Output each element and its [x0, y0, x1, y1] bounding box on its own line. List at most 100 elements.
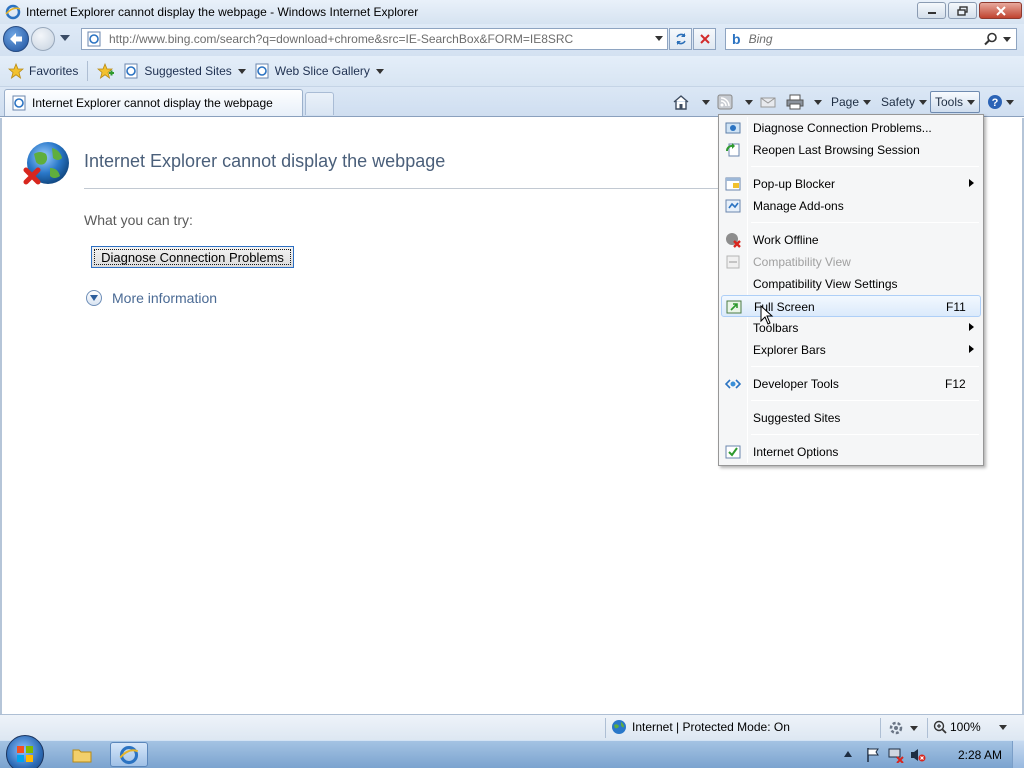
menu-item-compatibility-view: Compatibility View	[721, 251, 981, 273]
internet-zone-globe-icon	[612, 720, 626, 734]
menu-separator	[751, 166, 979, 167]
forward-button[interactable]	[31, 27, 55, 51]
feeds-button[interactable]	[717, 91, 753, 113]
minimize-button[interactable]	[917, 2, 946, 19]
reopen-icon	[726, 143, 740, 157]
address-bar[interactable]: http://www.bing.com/search?q=download+ch…	[81, 28, 668, 50]
menu-item-label: Pop-up Blocker	[753, 177, 836, 191]
menu-item-suggested-sites[interactable]: Suggested Sites	[721, 407, 981, 429]
menu-item-reopen-session[interactable]: Reopen Last Browsing Session	[721, 139, 981, 161]
more-information-link[interactable]: More information	[86, 290, 217, 306]
search-options-dropdown-icon[interactable]	[1003, 37, 1011, 42]
menu-item-developer-tools[interactable]: Developer Tools F12	[721, 373, 981, 395]
title-divider	[84, 188, 734, 189]
tab-current[interactable]: Internet Explorer cannot display the web…	[4, 89, 303, 116]
expand-chevron-icon	[86, 290, 102, 306]
chevron-down-icon	[998, 724, 1007, 730]
dev-tools-icon	[725, 379, 741, 389]
zoom-level: 100%	[950, 720, 981, 734]
security-zone[interactable]: Internet | Protected Mode: On	[611, 719, 790, 735]
search-input[interactable]: Bing	[749, 32, 773, 46]
tab-row: Internet Explorer cannot display the web…	[0, 87, 1024, 117]
refresh-icon	[675, 33, 686, 45]
tools-menu-button[interactable]: Tools	[930, 91, 981, 113]
network-disconnected-icon[interactable]	[888, 747, 904, 763]
menu-item-explorer-bars[interactable]: Explorer Bars	[721, 339, 981, 361]
menu-separator	[751, 434, 979, 435]
close-button[interactable]	[979, 2, 1022, 19]
back-button[interactable]	[3, 26, 29, 52]
print-button[interactable]	[786, 91, 822, 113]
menu-item-label: Compatibility View	[753, 255, 851, 269]
menu-item-internet-options[interactable]: Internet Options	[721, 441, 981, 463]
taskbar-clock[interactable]: 2:28 AM	[958, 748, 1002, 762]
zoom-control[interactable]: 100%	[933, 720, 1007, 734]
compat-view-icon	[726, 255, 740, 269]
chevron-down-icon	[702, 99, 710, 105]
fullscreen-icon	[726, 300, 742, 314]
page-menu-label: Page	[831, 95, 860, 109]
restore-icon	[956, 5, 968, 16]
web-slice-gallery-button[interactable]: Web Slice Gallery	[250, 59, 388, 83]
menu-item-label: Developer Tools	[753, 377, 839, 391]
internet-options-icon	[725, 445, 741, 459]
help-menu-button[interactable]: ?	[987, 91, 1014, 113]
home-button[interactable]	[672, 91, 710, 113]
search-icon[interactable]	[984, 32, 998, 46]
window-controls	[917, 2, 1022, 19]
navigation-bar: http://www.bing.com/search?q=download+ch…	[0, 24, 1024, 56]
show-hidden-icons-icon[interactable]	[844, 751, 852, 757]
favorites-button[interactable]: Favorites	[4, 59, 82, 83]
taskbar-explorer-button[interactable]	[54, 742, 110, 767]
menu-item-work-offline[interactable]: Work Offline	[721, 229, 981, 251]
menu-item-compatibility-view-settings[interactable]: Compatibility View Settings	[721, 273, 981, 295]
page-title: Internet Explorer cannot display the web…	[84, 151, 446, 171]
security-zone-label: Internet | Protected Mode: On	[632, 720, 790, 734]
windows-logo-icon	[17, 746, 33, 762]
restore-button[interactable]	[948, 2, 977, 19]
menu-item-diagnose-connection[interactable]: Diagnose Connection Problems...	[721, 117, 981, 139]
chevron-down-icon	[814, 99, 822, 105]
mail-icon	[760, 97, 776, 108]
zoom-icon	[933, 720, 947, 734]
safety-menu-button[interactable]: Safety	[881, 91, 928, 113]
diagnose-connection-button[interactable]: Diagnose Connection Problems	[91, 246, 294, 268]
chevron-down-icon	[237, 68, 246, 74]
address-dropdown-icon[interactable]	[655, 36, 663, 41]
page-menu-button[interactable]: Page	[831, 91, 872, 113]
menu-separator	[751, 222, 979, 223]
volume-muted-icon[interactable]	[910, 747, 926, 763]
menu-item-manage-addons[interactable]: Manage Add-ons	[721, 195, 981, 217]
taskbar-ie-button[interactable]	[110, 742, 148, 767]
ie-logo-icon	[5, 4, 21, 20]
menu-item-label: Manage Add-ons	[753, 199, 844, 213]
favorites-star-icon	[8, 63, 24, 79]
search-box[interactable]: b Bing	[725, 28, 1017, 50]
address-input[interactable]: http://www.bing.com/search?q=download+ch…	[109, 32, 649, 46]
suggested-sites-button[interactable]: Suggested Sites	[119, 59, 249, 83]
add-to-favorites-bar-button[interactable]	[93, 59, 119, 83]
recent-pages-dropdown-icon[interactable]	[60, 35, 70, 41]
action-center-flag-icon[interactable]	[866, 747, 880, 763]
protected-mode-button[interactable]	[888, 720, 918, 736]
menu-item-label: Work Offline	[753, 233, 819, 247]
chevron-down-icon	[967, 99, 976, 105]
arrow-left-icon	[10, 33, 22, 45]
show-desktop-button[interactable]	[1012, 741, 1024, 768]
ie-page-icon	[12, 95, 26, 111]
taskbar: 2:28 AM	[0, 735, 1024, 768]
ie-page-icon	[124, 63, 138, 79]
system-tray: 2:28 AM	[834, 741, 1024, 768]
status-divider	[605, 718, 606, 738]
start-button[interactable]	[6, 735, 44, 768]
window-title: Internet Explorer cannot display the web…	[26, 5, 419, 19]
stop-button[interactable]	[693, 28, 716, 50]
chevron-down-icon	[919, 99, 928, 105]
mouse-cursor-icon	[760, 305, 774, 325]
page-icon	[87, 31, 101, 47]
compatibility-refresh-button[interactable]	[669, 28, 692, 50]
menu-item-popup-blocker[interactable]: Pop-up Blocker	[721, 173, 981, 195]
svg-text:?: ?	[992, 97, 999, 109]
read-mail-button[interactable]	[760, 91, 776, 113]
new-tab-button[interactable]	[305, 92, 334, 115]
